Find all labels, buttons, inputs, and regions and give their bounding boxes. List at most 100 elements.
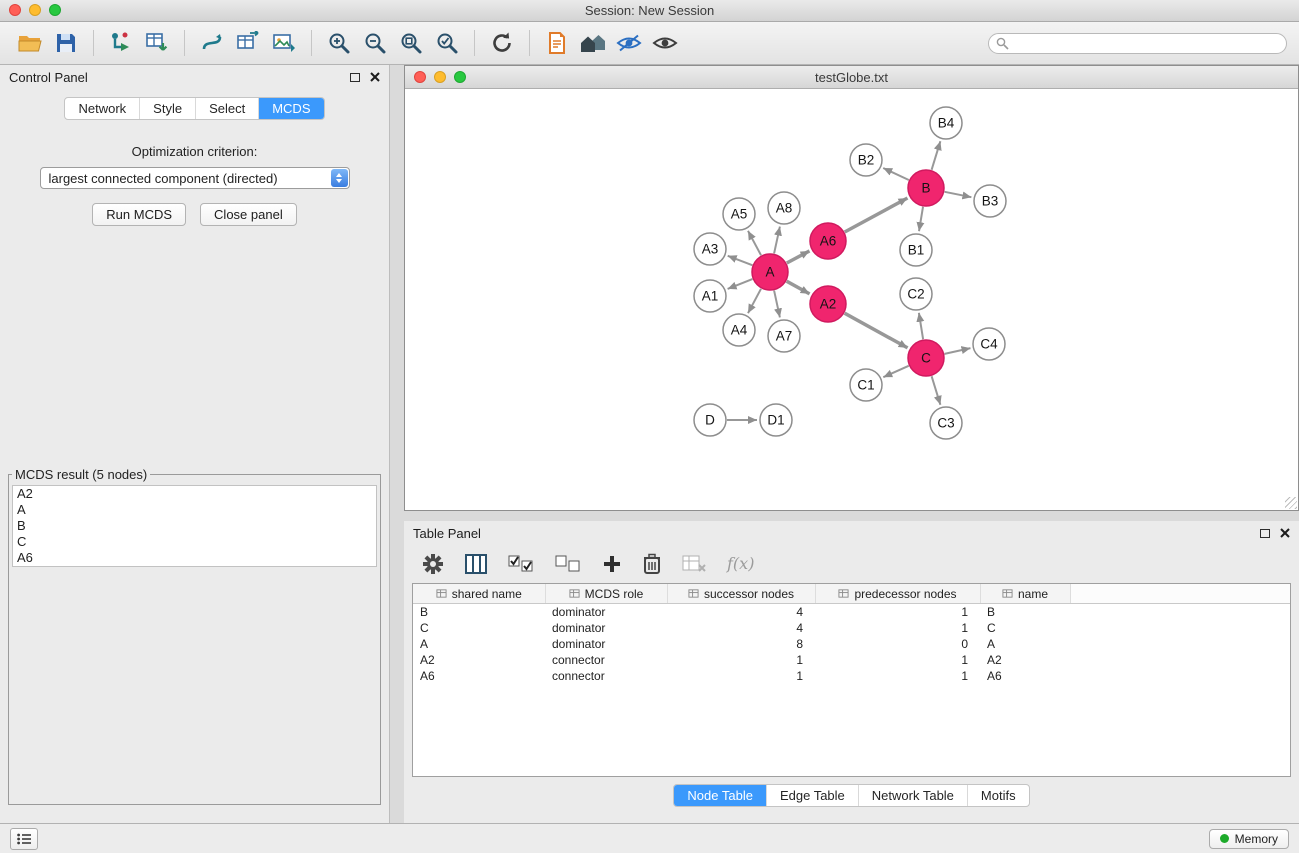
node-table-container[interactable]: shared nameMCDS rolesuccessor nodesprede… <box>412 583 1291 777</box>
table-row[interactable]: Cdominator41C <box>413 620 1290 636</box>
tab-motifs[interactable]: Motifs <box>968 785 1029 806</box>
graph-node-A3[interactable]: A3 <box>694 233 726 265</box>
minimize-window-button[interactable] <box>29 4 41 16</box>
zoom-selected-button[interactable] <box>429 26 465 60</box>
graph-node-C2[interactable]: C2 <box>900 278 932 310</box>
run-mcds-button[interactable]: Run MCDS <box>92 203 186 226</box>
tab-mcds[interactable]: MCDS <box>259 98 323 119</box>
network-graph[interactable]: B4B2BB3A5A8A6B1A3AC2A1A2A4A7C4CC1C3DD1 <box>405 89 1297 510</box>
graph-edge-A-A1[interactable] <box>728 279 753 289</box>
zoom-window-button[interactable] <box>49 4 61 16</box>
column-header-name[interactable]: name <box>980 584 1070 604</box>
graph-edge-B-B2[interactable] <box>883 168 909 180</box>
float-panel-icon[interactable] <box>350 73 360 82</box>
close-network-window-button[interactable] <box>414 71 426 83</box>
graph-node-A6[interactable]: A6 <box>810 223 846 259</box>
memory-button[interactable]: Memory <box>1209 829 1289 849</box>
open-session-button[interactable] <box>12 26 48 60</box>
graph-edge-A-A4[interactable] <box>748 289 761 313</box>
graph-edge-C-C3[interactable] <box>932 376 941 405</box>
hide-panel-button[interactable] <box>611 26 647 60</box>
tab-style[interactable]: Style <box>140 98 196 119</box>
mcds-result-item[interactable]: A6 <box>13 550 376 566</box>
home-button[interactable] <box>575 26 611 60</box>
graph-node-B3[interactable]: B3 <box>974 185 1006 217</box>
column-visibility-button[interactable] <box>465 554 487 574</box>
graph-edge-A-A3[interactable] <box>728 256 753 265</box>
select-all-button[interactable] <box>508 555 534 573</box>
graph-node-D1[interactable]: D1 <box>760 404 792 436</box>
function-builder-button[interactable]: f(x) <box>727 554 754 574</box>
tab-node-table[interactable]: Node Table <box>674 785 767 806</box>
graph-node-C1[interactable]: C1 <box>850 369 882 401</box>
show-panel-button[interactable] <box>647 26 683 60</box>
delete-table-button[interactable] <box>682 555 706 573</box>
graph-node-C[interactable]: C <box>908 340 944 376</box>
graph-node-A5[interactable]: A5 <box>723 198 755 230</box>
close-table-panel-icon[interactable] <box>1280 528 1290 538</box>
table-row[interactable]: Adominator80A <box>413 636 1290 652</box>
import-table-button[interactable] <box>139 26 175 60</box>
export-table-button[interactable] <box>230 26 266 60</box>
export-image-button[interactable] <box>266 26 302 60</box>
export-network-button[interactable] <box>194 26 230 60</box>
zoom-network-window-button[interactable] <box>454 71 466 83</box>
graph-node-B1[interactable]: B1 <box>900 234 932 266</box>
table-row[interactable]: A6connector11A6 <box>413 668 1290 684</box>
column-header-predecessor-nodes[interactable]: predecessor nodes <box>815 584 980 604</box>
graph-edge-A-A6[interactable] <box>787 251 810 263</box>
graph-node-B2[interactable]: B2 <box>850 144 882 176</box>
column-header-successor-nodes[interactable]: successor nodes <box>667 584 815 604</box>
tab-select[interactable]: Select <box>196 98 259 119</box>
close-panel-button[interactable]: Close panel <box>200 203 297 226</box>
column-header-shared-name[interactable]: shared name <box>413 584 545 604</box>
mcds-result-item[interactable]: A <box>13 502 376 518</box>
tab-network-table[interactable]: Network Table <box>859 785 968 806</box>
resize-grip[interactable] <box>1285 497 1297 509</box>
graph-edge-A-A7[interactable] <box>774 291 780 318</box>
graph-edge-A6-B[interactable] <box>845 198 908 232</box>
deselect-all-button[interactable] <box>555 555 581 573</box>
graph-edge-A-A2[interactable] <box>787 281 810 294</box>
minimize-network-window-button[interactable] <box>434 71 446 83</box>
graph-node-A8[interactable]: A8 <box>768 192 800 224</box>
refresh-view-button[interactable] <box>484 26 520 60</box>
close-window-button[interactable] <box>9 4 21 16</box>
graph-node-C3[interactable]: C3 <box>930 407 962 439</box>
graph-node-A[interactable]: A <box>752 254 788 290</box>
column-header-MCDS-role[interactable]: MCDS role <box>545 584 667 604</box>
graph-node-C4[interactable]: C4 <box>973 328 1005 360</box>
graph-edge-B-B4[interactable] <box>932 141 941 170</box>
mcds-result-item[interactable]: A2 <box>13 486 376 502</box>
task-history-button[interactable] <box>10 828 38 850</box>
report-button[interactable] <box>539 26 575 60</box>
import-network-button[interactable] <box>103 26 139 60</box>
graph-edge-B-B1[interactable] <box>919 207 923 231</box>
panel-splitter[interactable] <box>390 65 404 823</box>
add-row-button[interactable] <box>602 554 622 574</box>
tab-edge-table[interactable]: Edge Table <box>767 785 859 806</box>
table-row[interactable]: Bdominator41B <box>413 604 1290 621</box>
zoom-out-button[interactable] <box>357 26 393 60</box>
graph-edge-C-C2[interactable] <box>919 313 923 339</box>
mcds-result-item[interactable]: B <box>13 518 376 534</box>
graph-edge-B-B3[interactable] <box>945 192 972 197</box>
tab-network[interactable]: Network <box>65 98 140 119</box>
table-settings-button[interactable] <box>422 553 444 575</box>
zoom-fit-button[interactable] <box>393 26 429 60</box>
delete-row-button[interactable] <box>643 553 661 575</box>
graph-edge-A-A5[interactable] <box>748 231 761 255</box>
table-row[interactable]: A2connector11A2 <box>413 652 1290 668</box>
network-canvas[interactable]: B4B2BB3A5A8A6B1A3AC2A1A2A4A7C4CC1C3DD1 <box>405 89 1298 510</box>
graph-node-B[interactable]: B <box>908 170 944 206</box>
save-session-button[interactable] <box>48 26 84 60</box>
zoom-in-button[interactable] <box>321 26 357 60</box>
graph-node-A7[interactable]: A7 <box>768 320 800 352</box>
graph-node-B4[interactable]: B4 <box>930 107 962 139</box>
graph-node-D[interactable]: D <box>694 404 726 436</box>
float-table-panel-icon[interactable] <box>1260 529 1270 538</box>
close-panel-icon[interactable] <box>370 72 380 82</box>
search-input[interactable] <box>988 33 1287 54</box>
vertical-splitter[interactable] <box>404 511 1299 521</box>
mcds-result-item[interactable]: C <box>13 534 376 550</box>
